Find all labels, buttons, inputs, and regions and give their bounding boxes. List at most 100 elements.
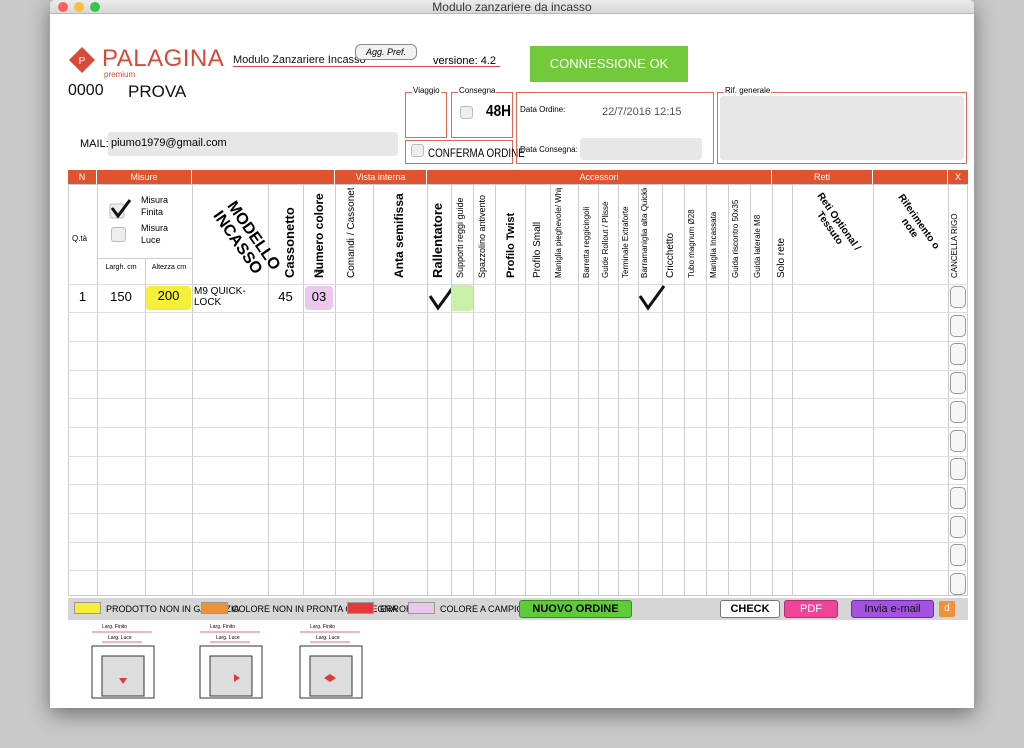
- invia-email-button[interactable]: Invia e-mail: [851, 600, 934, 618]
- column-header-8: Profilo Small: [532, 221, 543, 278]
- legend-orange-swatch: [201, 602, 228, 614]
- legend-lilac-swatch: [408, 602, 435, 614]
- misura-luce-checkbox[interactable]: [111, 227, 126, 242]
- svg-text:Larg. Luce: Larg. Luce: [216, 635, 240, 641]
- pdf-button[interactable]: PDF: [784, 600, 838, 618]
- misura-luce-label: Misura Luce: [141, 223, 169, 245]
- column-header-9: Maniglia pieghevole/ Whippy: [554, 188, 563, 278]
- column-header-18: Guida laterale M8: [753, 214, 762, 278]
- consegna-label: Consegna: [458, 86, 497, 95]
- version-label: versione: 4.2: [433, 55, 496, 67]
- agg-pref-button[interactable]: Agg. Pref.: [355, 44, 417, 60]
- data-consegna-input[interactable]: [580, 138, 702, 160]
- svg-text:Larg. Finito: Larg. Finito: [210, 624, 235, 630]
- largh-header: Largh. cm: [105, 264, 137, 271]
- column-header-0: Cassonetto: [282, 207, 297, 278]
- group-x: X: [948, 170, 968, 184]
- row1-cassonetto[interactable]: 45: [268, 289, 303, 304]
- cancella-rigo-button[interactable]: [950, 458, 966, 481]
- cancella-rigo-button[interactable]: [950, 429, 966, 452]
- window-title: Modulo zanzariere da incasso: [432, 0, 592, 14]
- palagina-logo-icon: P: [69, 47, 95, 73]
- column-header-15: Tubo magnum Ø28: [687, 209, 696, 278]
- nuovo-ordine-button[interactable]: NUOVO ORDINE: [519, 600, 632, 618]
- cancella-rigo-button[interactable]: [950, 343, 966, 366]
- column-header-11: Guide Rollout / Plissè: [601, 201, 610, 278]
- module-label: Modulo Zanzariere Incasso: [233, 54, 366, 66]
- cancella-rigo-button[interactable]: [950, 515, 966, 538]
- legend-red-swatch: [347, 602, 374, 614]
- rif-generale-input[interactable]: [720, 96, 964, 160]
- column-header-1: Numero colore: [312, 193, 326, 278]
- altezza-header: Altezza cm: [151, 264, 187, 271]
- column-header-20: CANCELLA RIGO: [950, 213, 959, 278]
- column-header-17: Guida riscontro 50x35: [731, 199, 740, 278]
- legend-yellow-swatch: [74, 602, 101, 614]
- consegna-checkbox[interactable]: [460, 106, 473, 119]
- viaggio-label: Viaggio: [412, 86, 441, 95]
- column-header-14: Cricchetto: [665, 232, 676, 278]
- misura-finita-label: Misura Finita: [141, 195, 169, 217]
- row1-qta[interactable]: 1: [68, 289, 97, 304]
- group-reti: Reti: [772, 170, 872, 184]
- column-header-4: Rallentatore: [430, 202, 445, 278]
- barramaniglia-check-icon[interactable]: [638, 284, 666, 312]
- column-header-16: Maniglia Incassata: [709, 211, 718, 278]
- cancella-rigo-button[interactable]: [950, 314, 966, 337]
- qta-header: Q.tà: [72, 234, 88, 243]
- row1-supporti-cell[interactable]: [451, 285, 473, 311]
- cancella-rigo-button[interactable]: [950, 286, 966, 308]
- column-header-2: Comandi / Cassonetto: [346, 188, 357, 278]
- app-window: Modulo zanzariere da incasso P PALAGINA …: [50, 0, 974, 708]
- conferma-checkbox[interactable]: [411, 144, 424, 157]
- column-header-12: Terminale Extraforte: [621, 206, 630, 278]
- brand-sub: premium: [104, 70, 136, 79]
- group-blank: [192, 170, 334, 184]
- column-header-10: Barretta reggicingoli: [582, 206, 591, 278]
- data-ordine-label: Data Ordine:: [520, 105, 566, 114]
- svg-text:Larg. Luce: Larg. Luce: [316, 635, 340, 641]
- rif-generale-label: Rif. generale: [724, 86, 772, 95]
- group-n: N: [68, 170, 96, 184]
- consegna-value: 48H: [486, 103, 511, 120]
- order-table: [68, 184, 968, 596]
- column-header-3: Anta semifissa: [392, 193, 406, 278]
- group-accessori: Accessori: [427, 170, 771, 184]
- row1-modello[interactable]: M9 QUICK-LOCK: [194, 286, 268, 308]
- mail-input[interactable]: piumo1979@gmail.com: [108, 132, 398, 156]
- measure-diagrams: Larg. Finito Larg. Luce Larg. Finito Lar…: [91, 624, 363, 699]
- data-consegna-label: Data Consegna:: [520, 145, 578, 154]
- conferma-label: CONFERMA ORDINE: [428, 146, 525, 160]
- data-ordine-value: 22/7/2016 12:15: [602, 106, 682, 118]
- svg-text:P: P: [79, 56, 86, 67]
- client-name: PROVA: [128, 82, 187, 101]
- group-misure: Misure: [97, 170, 191, 184]
- cancella-rigo-button[interactable]: [950, 486, 966, 509]
- order-code: 0000: [68, 82, 104, 99]
- connection-status-badge: CONNESSIONE OK: [530, 46, 688, 82]
- viaggio-box[interactable]: [405, 92, 447, 138]
- column-header-5: Supporti reggi guide: [455, 197, 465, 278]
- mail-label: MAIL:: [80, 138, 109, 150]
- column-header-13: Barramaniglia alta Quicklock: [640, 188, 649, 278]
- cancella-rigo-button[interactable]: [950, 573, 966, 595]
- column-header-19: Solo rete: [776, 237, 787, 278]
- check-button[interactable]: CHECK: [720, 600, 780, 618]
- cancella-rigo-button[interactable]: [950, 400, 966, 423]
- help-icon[interactable]: d: [939, 601, 955, 617]
- svg-text:Larg. Finito: Larg. Finito: [310, 624, 335, 630]
- group-blank2: [873, 170, 947, 184]
- misura-finita-checked-icon[interactable]: [108, 198, 132, 220]
- diag-larg-finito-1: Larg. Finito: [102, 624, 127, 630]
- cancella-rigo-button[interactable]: [950, 372, 966, 395]
- cancella-rigo-button[interactable]: [950, 544, 966, 567]
- column-header-6: Spazzolino antivento: [477, 194, 487, 278]
- title-bar: Modulo zanzariere da incasso: [50, 0, 974, 14]
- svg-text:Larg. Luce: Larg. Luce: [108, 635, 132, 641]
- row1-largh[interactable]: 150: [97, 289, 145, 304]
- column-header-7: Profilo Twist: [505, 212, 517, 278]
- brand-name: PALAGINA: [102, 45, 225, 72]
- row1-altezza[interactable]: 200: [146, 286, 191, 310]
- row1-colore[interactable]: 03: [305, 286, 333, 310]
- group-vista: Vista interna: [335, 170, 426, 184]
